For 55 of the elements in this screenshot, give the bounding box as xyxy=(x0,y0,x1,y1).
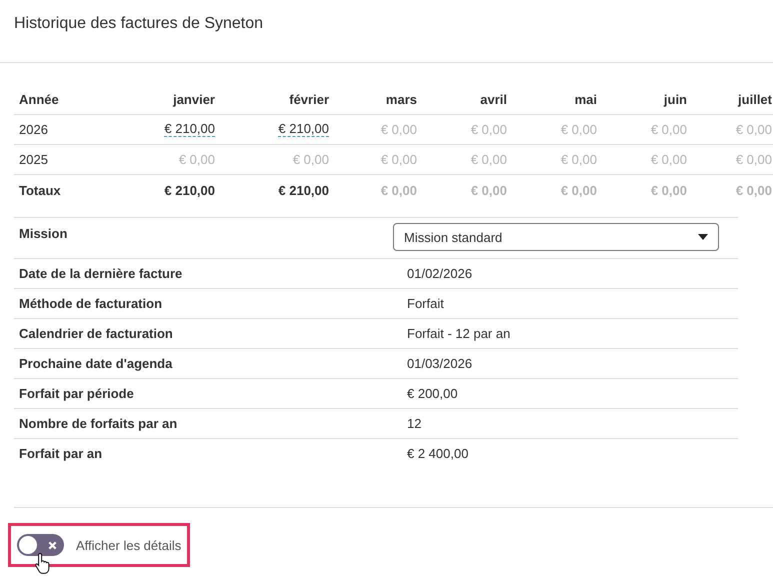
column-header: février xyxy=(289,92,329,107)
field-label: Mission xyxy=(18,225,68,243)
amount-cell: € 0,00 xyxy=(560,122,597,137)
total-label: Totaux xyxy=(19,182,61,198)
amount-cell: € 0,00 xyxy=(380,122,417,137)
field-value: € 2 400,00 xyxy=(407,446,468,463)
column-header: juillet xyxy=(738,92,772,107)
column-header: Année xyxy=(19,92,59,107)
page-title: Historique des factures de Syneton xyxy=(14,15,264,33)
amount-cell: € 0,00 xyxy=(560,152,597,167)
amount-cell: € 0,00 xyxy=(470,122,507,137)
total-cell: € 0,00 xyxy=(560,182,597,198)
amount-cell: € 0,00 xyxy=(736,152,772,167)
amount-cell: € 0,00 xyxy=(470,152,507,167)
total-cell: € 0,00 xyxy=(736,182,772,198)
amount-cell: € 0,00 xyxy=(650,152,687,167)
close-icon xyxy=(48,540,57,550)
amount-cell: € 0,00 xyxy=(178,152,215,167)
field-label: Nombre de forfaits par an xyxy=(18,415,178,433)
caret-icon xyxy=(698,234,708,240)
field-value: Forfait xyxy=(407,296,444,313)
toggle-label: Afficher les détails xyxy=(76,538,182,552)
amount-link[interactable]: € 210,00 xyxy=(164,122,215,137)
year-cell: 2025 xyxy=(19,152,48,167)
total-cell: € 210,00 xyxy=(164,182,215,198)
total-cell: € 0,00 xyxy=(470,182,507,198)
field-label: Calendrier de facturation xyxy=(18,325,174,343)
details-toggle[interactable] xyxy=(17,534,64,556)
total-cell: € 0,00 xyxy=(650,182,687,198)
field-value: 01/03/2026 xyxy=(407,356,472,373)
amount-cell: € 0,00 xyxy=(380,152,417,167)
amount-cell: € 0,00 xyxy=(292,152,329,167)
amount-cell: € 0,00 xyxy=(650,122,687,137)
field-label: Forfait par période xyxy=(18,385,135,403)
column-header: juin xyxy=(664,92,687,107)
field-label: Forfait par an xyxy=(18,445,104,463)
field-label: Date de la dernière facture xyxy=(18,265,184,283)
amount-link[interactable]: € 210,00 xyxy=(278,122,329,137)
field-value: € 200,00 xyxy=(407,386,458,403)
year-cell: 2026 xyxy=(19,122,48,137)
column-header: mars xyxy=(386,92,417,107)
total-cell: € 0,00 xyxy=(380,182,417,198)
field-label: Méthode de facturation xyxy=(18,295,164,313)
field-value: 12 xyxy=(407,416,422,433)
mission-dropdown[interactable]: Mission standard xyxy=(393,223,719,251)
total-cell: € 210,00 xyxy=(278,182,329,198)
hand-cursor-icon xyxy=(34,552,52,574)
amount-cell: € 0,00 xyxy=(736,122,772,137)
column-header: avril xyxy=(480,92,507,107)
field-label: Prochaine date d'agenda xyxy=(18,355,174,373)
column-header: janvier xyxy=(173,92,215,107)
column-header: mai xyxy=(574,92,597,107)
field-value: Forfait - 12 par an xyxy=(407,326,510,343)
field-value: 01/02/2026 xyxy=(407,266,472,283)
toggle-knob[interactable] xyxy=(19,536,37,554)
